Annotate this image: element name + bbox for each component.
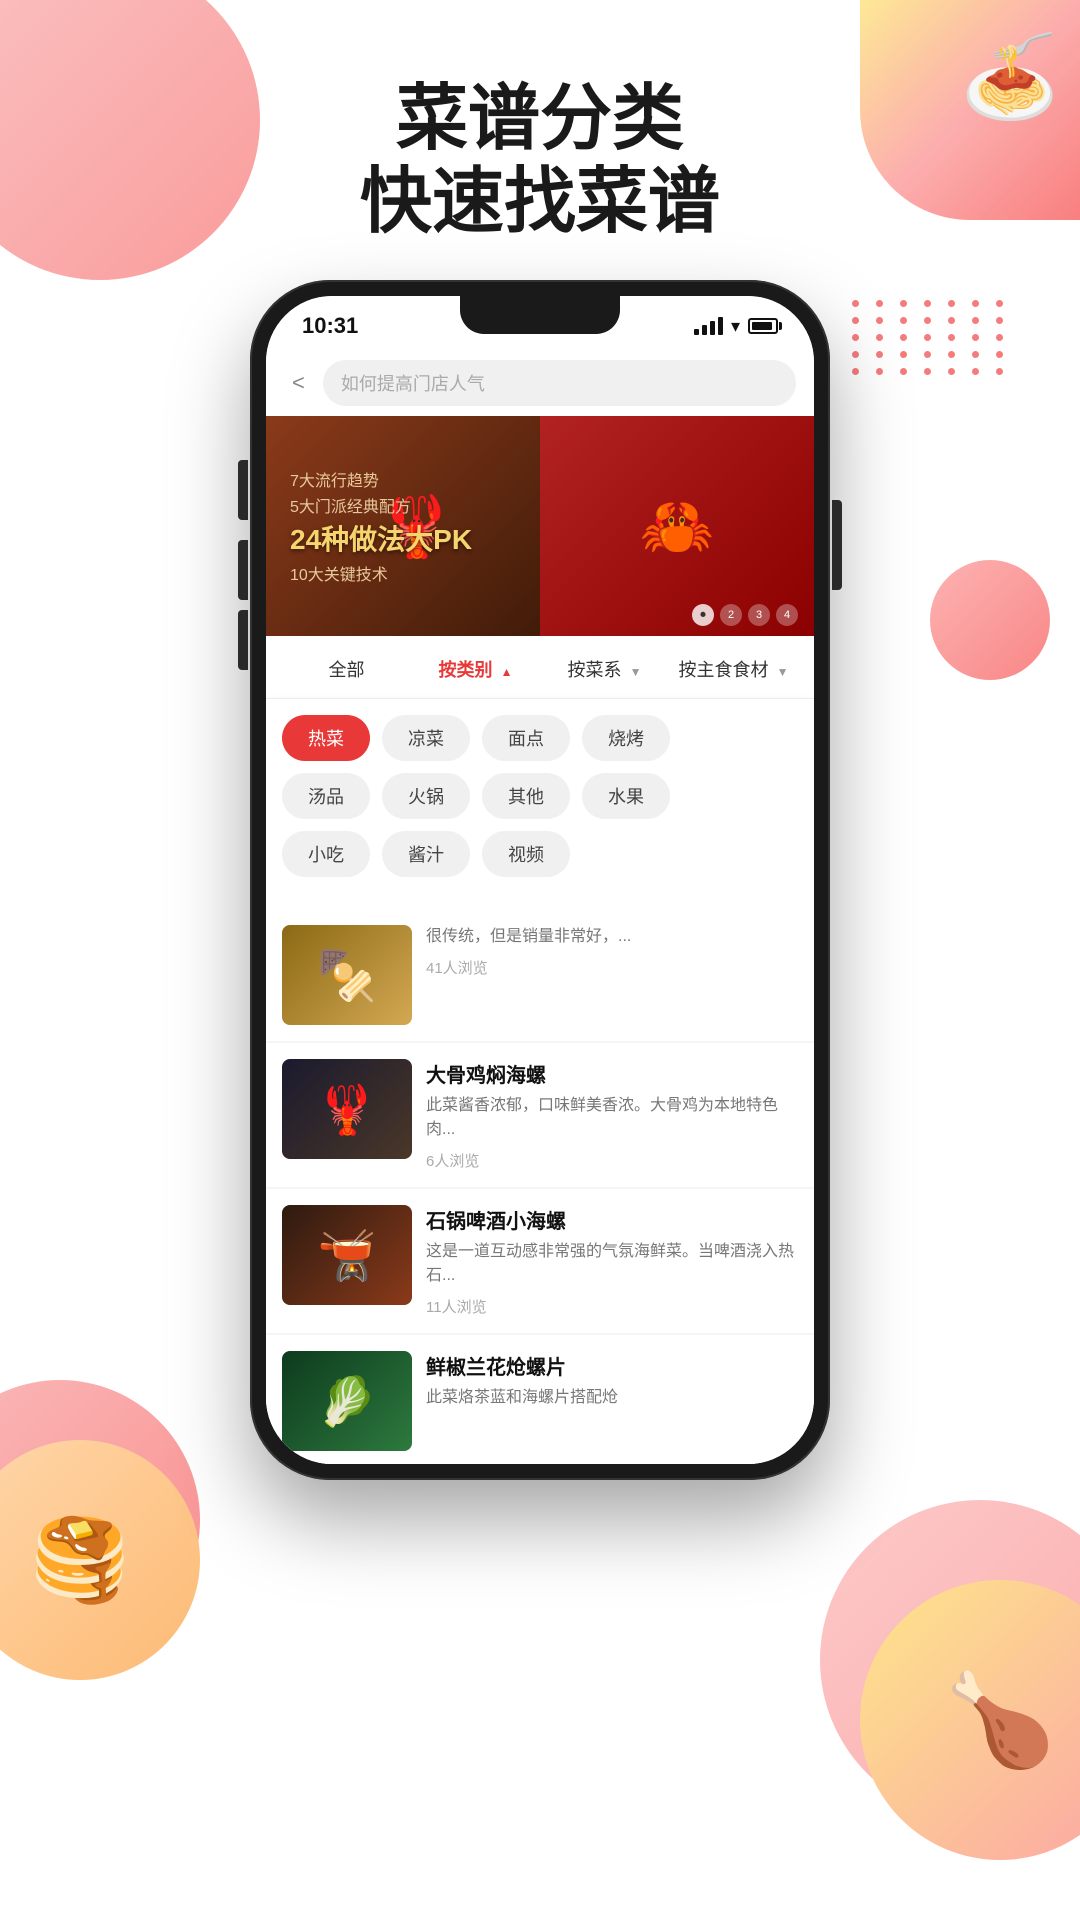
banner-main-text: 24种做法大PK — [290, 523, 790, 557]
phone-notch — [460, 296, 620, 334]
banner-text: 7大流行趋势 5大门派经典配方 24种做法大PK 10大关键技术 — [266, 416, 814, 636]
phone-mockup: 10:31 ▾ < 如何提高门店人气 — [250, 280, 830, 1480]
recipe-item-1[interactable]: 🫕 石锅啤酒小海螺 这是一道互动感非常强的气氛海鲜菜。当啤酒浇入热石... 11… — [266, 1189, 814, 1333]
header-title-line2: 快速找菜谱 — [0, 159, 1080, 245]
chip-pastry[interactable]: 面点 — [482, 715, 570, 761]
chip-other[interactable]: 其他 — [482, 773, 570, 819]
chip-cold[interactable]: 凉菜 — [382, 715, 470, 761]
filter-tab-ingredient-label: 按主食食材 — [679, 660, 769, 680]
recipe-image-partial: 🍢 — [282, 925, 412, 1025]
recipe-info-1: 石锅啤酒小海螺 这是一道互动感非常强的气氛海鲜菜。当啤酒浇入热石... 11人浏… — [426, 1205, 798, 1317]
chip-snack[interactable]: 小吃 — [282, 831, 370, 877]
header-title-line1: 菜谱分类 — [0, 80, 1080, 159]
filter-tab-category-label: 按类别 — [439, 660, 493, 680]
recipe-image-2: 🥬 — [282, 1351, 412, 1451]
recipe-image-0: 🦞 — [282, 1059, 412, 1159]
filter-tab-all-label: 全部 — [329, 660, 365, 680]
chip-row-1: 热菜 凉菜 面点 烧烤 — [282, 715, 798, 761]
recipe-info-0: 大骨鸡焖海螺 此菜酱香浓郁，口味鲜美香浓。大骨鸡为本地特色肉... 6人浏览 — [426, 1059, 798, 1171]
back-button[interactable]: < — [284, 366, 313, 400]
banner-indicator-4[interactable]: 4 — [776, 604, 798, 626]
banner-indicator-1[interactable]: ⏺ — [692, 604, 714, 626]
chip-fruit[interactable]: 水果 — [582, 773, 670, 819]
recipe-desc-2: 此菜烙茶蓝和海螺片搭配炝 — [426, 1386, 798, 1410]
recipe-views-0: 6人浏览 — [426, 1150, 798, 1171]
battery-icon — [748, 318, 778, 334]
search-input[interactable]: 如何提高门店人气 — [323, 360, 796, 406]
filter-tab-cuisine-arrow: ▼ — [630, 665, 642, 679]
filter-tabs: 全部 按类别 ▲ 按菜系 ▼ 按主食食材 ▼ — [266, 636, 814, 699]
filter-tab-category[interactable]: 按类别 ▲ — [411, 650, 540, 688]
chip-hotpot[interactable]: 火锅 — [382, 773, 470, 819]
recipe-item-partial[interactable]: 🍢 很传统，但是销量非常好，... 41人浏览 — [266, 909, 814, 1041]
recipe-desc-partial: 很传统，但是销量非常好，... — [426, 925, 798, 949]
banner: 🦞 🦀 7大流行趋势 5大门派经典配方 24种做法大PK 10大关键技术 ⏺ 2… — [266, 416, 814, 636]
recipe-views-1: 11人浏览 — [426, 1296, 798, 1317]
signal-icon — [694, 317, 723, 335]
recipe-title-1: 石锅啤酒小海螺 — [426, 1205, 798, 1234]
search-bar-container: < 如何提高门店人气 — [266, 350, 814, 416]
chip-row-2: 汤品 火锅 其他 水果 — [282, 773, 798, 819]
recipe-views-partial: 41人浏览 — [426, 957, 798, 978]
recipe-item-0[interactable]: 🦞 大骨鸡焖海螺 此菜酱香浓郁，口味鲜美香浓。大骨鸡为本地特色肉... 6人浏览 — [266, 1043, 814, 1187]
filter-tab-cuisine[interactable]: 按菜系 ▼ — [540, 650, 669, 688]
chip-sauce[interactable]: 酱汁 — [382, 831, 470, 877]
banner-indicator-2[interactable]: 2 — [720, 604, 742, 626]
filter-tab-ingredient-arrow: ▼ — [777, 665, 789, 679]
chip-soup[interactable]: 汤品 — [282, 773, 370, 819]
banner-line2: 5大门派经典配方 — [290, 493, 790, 517]
category-section: 热菜 凉菜 面点 烧烤 汤品 火锅 其他 水果 小吃 酱汁 视频 — [266, 699, 814, 909]
bg-circle-right — [930, 560, 1050, 680]
filter-tab-ingredient[interactable]: 按主食食材 ▼ — [669, 650, 798, 688]
filter-tab-cuisine-label: 按菜系 — [568, 660, 622, 680]
status-time: 10:31 — [302, 313, 358, 339]
banner-sub-text: 10大关键技术 — [290, 561, 790, 585]
filter-tab-category-arrow: ▲ — [501, 665, 513, 679]
chip-hot[interactable]: 热菜 — [282, 715, 370, 761]
phone-screen: 10:31 ▾ < 如何提高门店人气 — [266, 296, 814, 1464]
phone-frame: 10:31 ▾ < 如何提高门店人气 — [250, 280, 830, 1480]
wifi-icon: ▾ — [731, 316, 740, 337]
recipe-title-0: 大骨鸡焖海螺 — [426, 1059, 798, 1088]
banner-indicators: ⏺ 2 3 4 — [692, 604, 798, 626]
chip-bbq[interactable]: 烧烤 — [582, 715, 670, 761]
recipe-title-2: 鲜椒兰花炝螺片 — [426, 1351, 798, 1380]
recipe-desc-1: 这是一道互动感非常强的气氛海鲜菜。当啤酒浇入热石... — [426, 1240, 798, 1288]
header-section: 菜谱分类 快速找菜谱 — [0, 80, 1080, 246]
chip-video[interactable]: 视频 — [482, 831, 570, 877]
recipe-list: 🍢 很传统，但是销量非常好，... 41人浏览 🦞 大骨鸡焖海螺 此菜酱香浓郁，… — [266, 909, 814, 1464]
banner-line1: 7大流行趋势 — [290, 467, 790, 491]
chip-row-3: 小吃 酱汁 视频 — [282, 831, 798, 877]
banner-indicator-3[interactable]: 3 — [748, 604, 770, 626]
recipe-item-2[interactable]: 🥬 鲜椒兰花炝螺片 此菜烙茶蓝和海螺片搭配炝 — [266, 1335, 814, 1464]
status-icons: ▾ — [694, 316, 778, 337]
recipe-desc-0: 此菜酱香浓郁，口味鲜美香浓。大骨鸡为本地特色肉... — [426, 1094, 798, 1142]
dots-pattern — [852, 300, 1010, 375]
filter-tab-all[interactable]: 全部 — [282, 650, 411, 688]
recipe-info-2: 鲜椒兰花炝螺片 此菜烙茶蓝和海螺片搭配炝 — [426, 1351, 798, 1418]
recipe-info-partial: 很传统，但是销量非常好，... 41人浏览 — [426, 925, 798, 978]
recipe-image-1: 🫕 — [282, 1205, 412, 1305]
